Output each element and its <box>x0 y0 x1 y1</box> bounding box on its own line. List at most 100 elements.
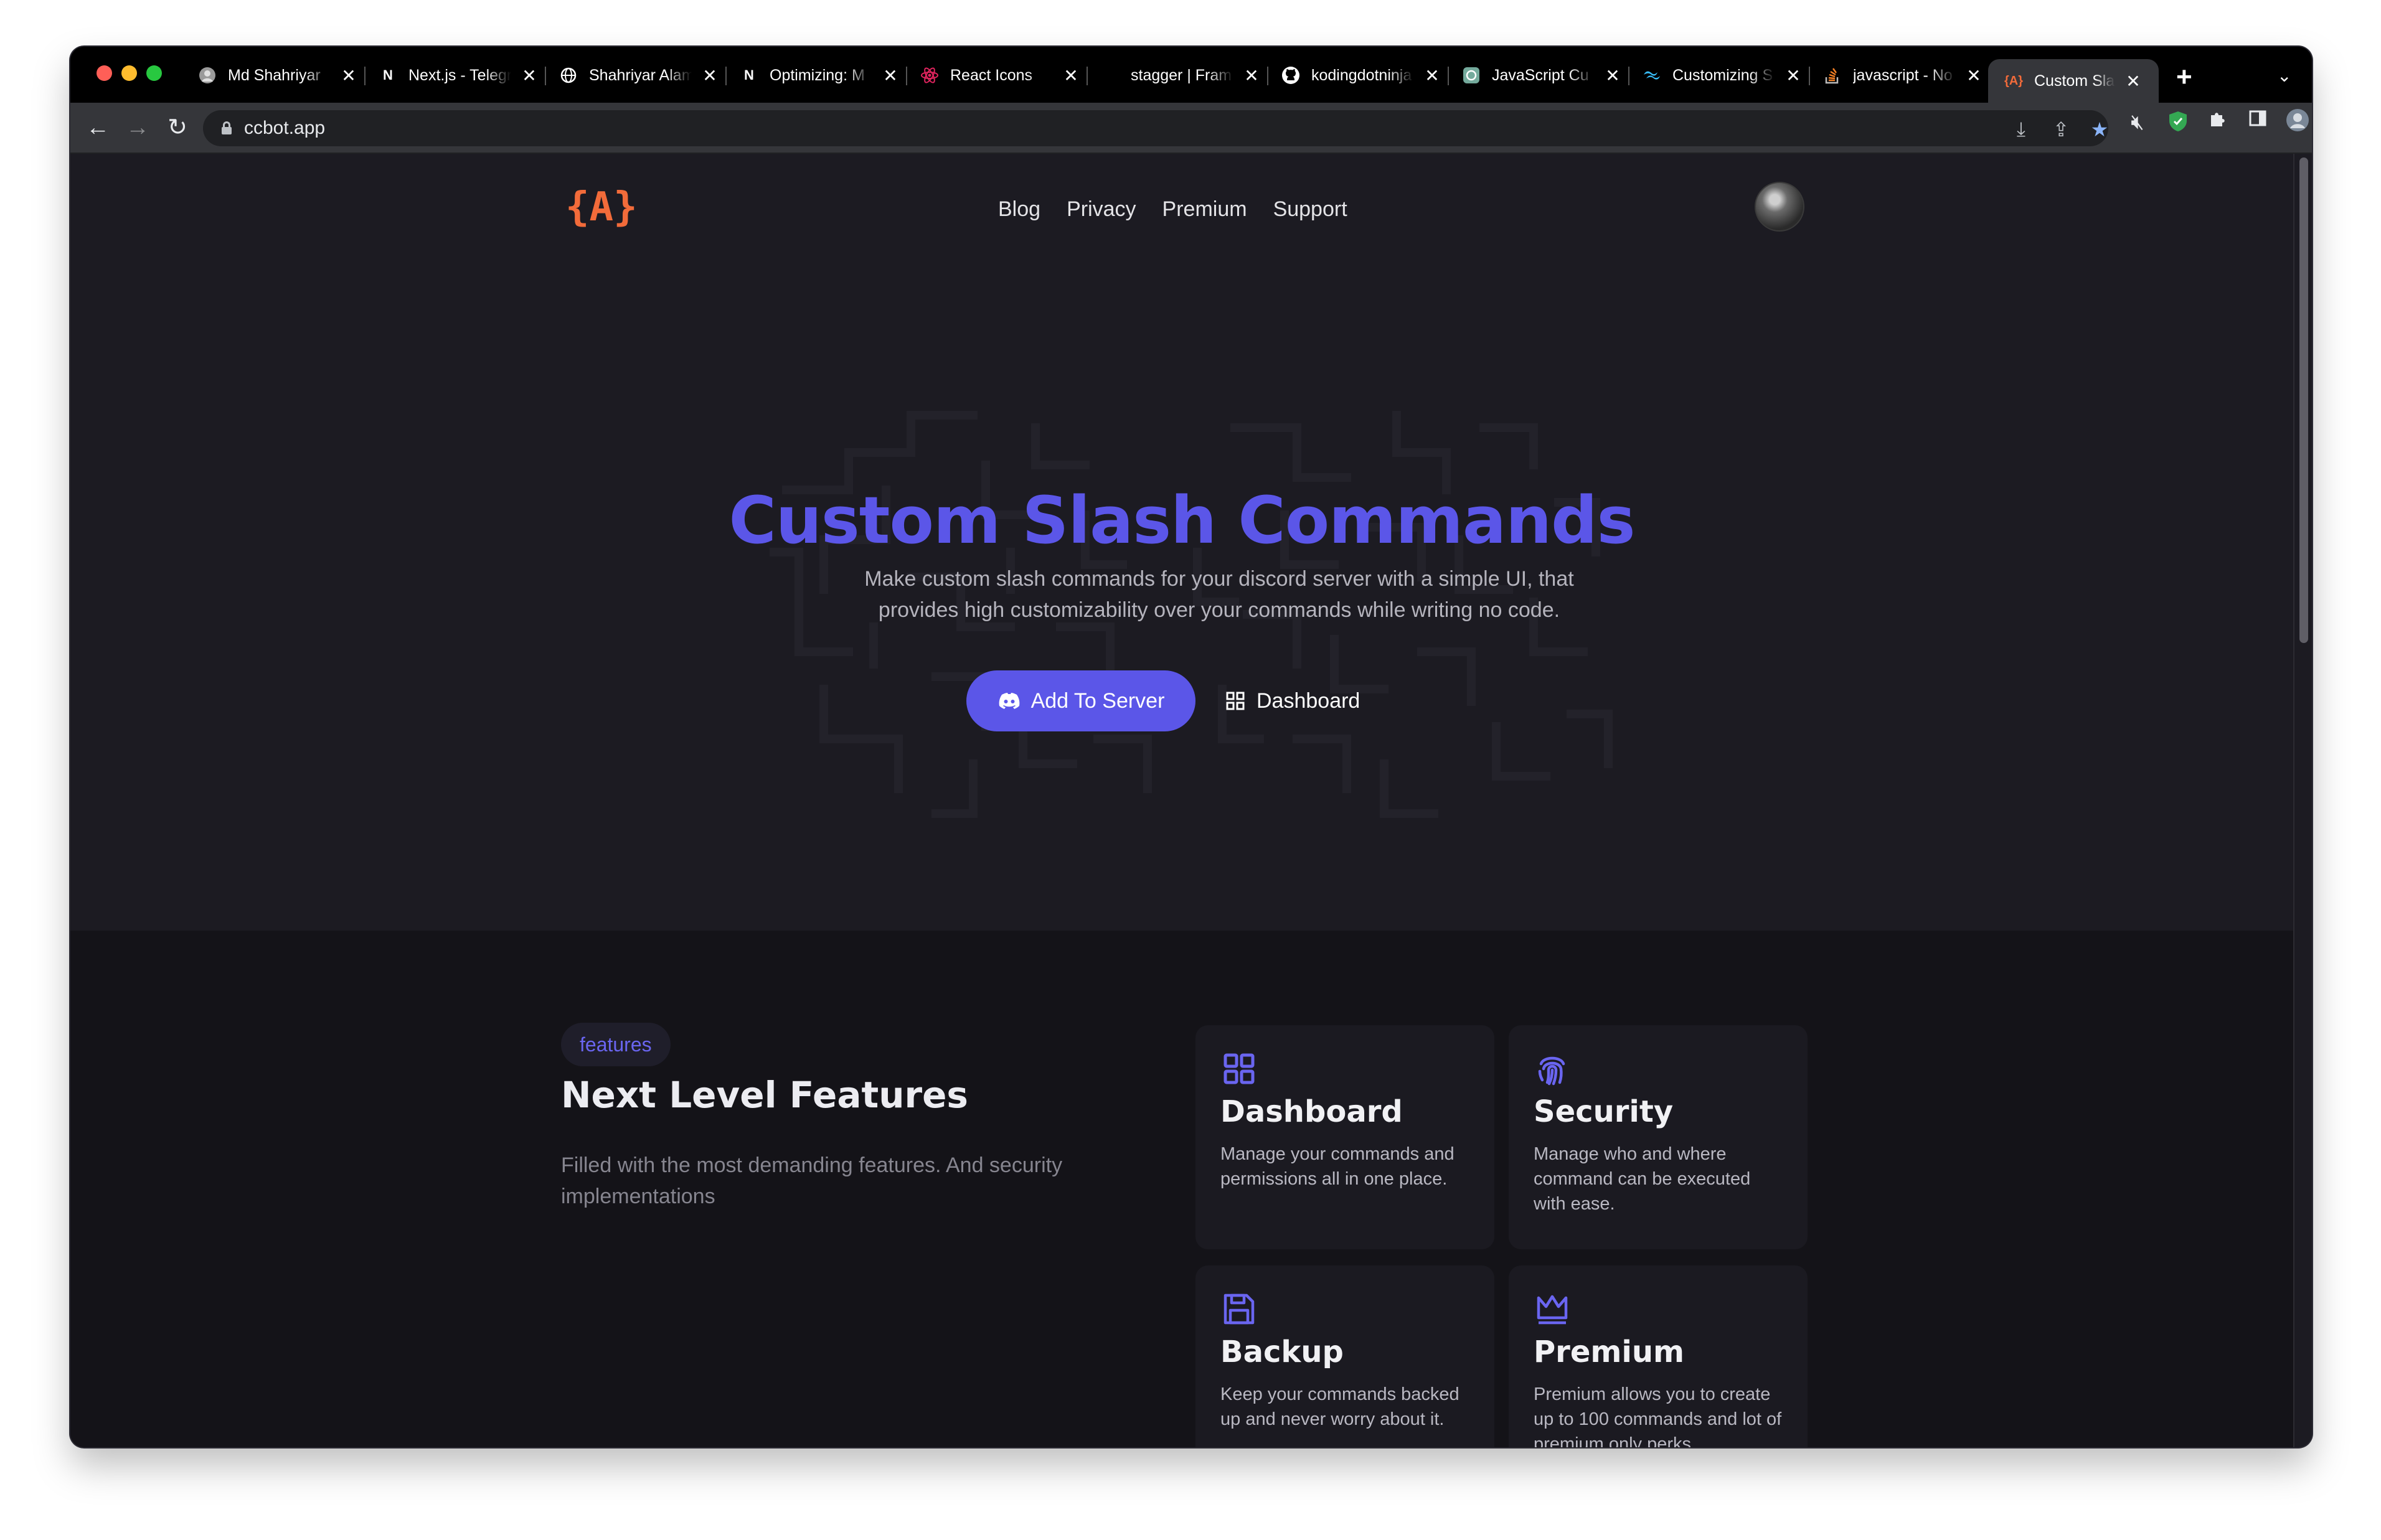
feature-card-dashboard: Dashboard Manage your commands and permi… <box>1195 1025 1494 1249</box>
browser-tab[interactable]: N Optimizing: M ✕ <box>740 59 907 92</box>
tab-close-icon[interactable]: ✕ <box>700 65 719 86</box>
tab-close-icon[interactable]: ✕ <box>1242 65 1261 86</box>
tab-label: Next.js - Telegram <box>408 66 511 84</box>
hero-subtitle: Make custom slash commands for your disc… <box>864 567 1574 622</box>
tab-close-icon[interactable]: ✕ <box>881 65 900 86</box>
nav-link-support[interactable]: Support <box>1273 197 1347 222</box>
browser-tab[interactable]: javascript - No ✕ <box>1823 59 1983 92</box>
page-viewport: {A} Blog Privacy Premium Support Custom … <box>70 154 2293 1447</box>
tab-separator <box>906 67 907 85</box>
browser-toolbar: ← → ↻ ccbot.app ⤓ ⇪ ★ <box>70 103 2312 154</box>
tab-close-icon[interactable]: ✕ <box>520 65 539 86</box>
address-bar[interactable]: ccbot.app ⤓ ⇪ ★ <box>203 110 2108 146</box>
tab-close-icon[interactable]: ✕ <box>1062 65 1080 86</box>
browser-tab[interactable]: Customizing S ✕ <box>1643 59 1810 92</box>
share-icon[interactable]: ⇪ <box>2049 118 2073 141</box>
reload-icon[interactable]: ↻ <box>164 115 191 140</box>
feature-card-security: Security Manage who and where command ca… <box>1509 1025 1808 1249</box>
tab-close-icon[interactable]: ✕ <box>1423 65 1441 86</box>
features-title: Next Level Features <box>561 1074 968 1116</box>
openai-icon <box>1462 66 1481 85</box>
tab-close-icon[interactable]: ✕ <box>339 65 358 86</box>
tab-separator <box>1087 67 1088 85</box>
nav-link-premium[interactable]: Premium <box>1162 197 1247 222</box>
feature-card-desc: Premium allows you to create up to 100 c… <box>1534 1384 1782 1447</box>
back-arrow-icon[interactable]: ← <box>84 115 111 140</box>
close-window-button[interactable] <box>97 65 112 81</box>
avatar-icon <box>198 66 217 85</box>
add-to-server-button[interactable]: Add To Server <box>966 670 1195 731</box>
browser-tab[interactable]: N Next.js - Telegram ✕ <box>379 59 546 92</box>
tab-separator <box>1267 67 1268 85</box>
notion-icon: N <box>383 67 393 83</box>
browser-tab[interactable]: Shahriyar Alam ✕ <box>559 59 727 92</box>
features-section: features Next Level Features Filled with… <box>70 931 2293 1447</box>
browser-tab[interactable]: Md Shahriyar ✕ <box>198 59 365 92</box>
globe-icon <box>559 66 578 85</box>
feature-card-desc: Manage your commands and permissions all… <box>1220 1144 1455 1189</box>
tab-separator <box>1809 67 1810 85</box>
tab-search-chevron-icon[interactable]: ⌄ <box>2277 65 2291 86</box>
tab-label: kodingdotninja <box>1311 66 1412 84</box>
feature-card-premium: Premium Premium allows you to create up … <box>1509 1265 1808 1447</box>
tab-separator <box>364 67 365 85</box>
browser-tab[interactable]: JavaScript Cu ✕ <box>1462 59 1629 92</box>
new-tab-button[interactable]: + <box>2176 62 2192 93</box>
lock-icon <box>222 121 232 134</box>
site-logo[interactable]: {A} <box>565 184 638 231</box>
profile-avatar-icon[interactable] <box>2284 108 2311 138</box>
side-panel-icon[interactable] <box>2244 109 2271 133</box>
tab-separator <box>725 67 727 85</box>
tab-label: JavaScript Cu <box>1492 66 1589 84</box>
browser-tab[interactable]: stagger | Fram ✕ <box>1101 59 1268 92</box>
shield-extension-icon[interactable] <box>2164 110 2192 138</box>
github-icon <box>1281 66 1300 85</box>
site-nav: Blog Privacy Premium Support <box>998 197 1374 222</box>
dashboard-label: Dashboard <box>1257 688 1360 713</box>
nav-link-blog[interactable]: Blog <box>998 197 1040 222</box>
tab-separator <box>1628 67 1629 85</box>
tab-label: Shahriyar Alam <box>589 66 692 84</box>
tab-separator <box>1448 67 1449 85</box>
react-icon <box>920 66 939 85</box>
tab-close-icon[interactable]: ✕ <box>2124 71 2143 92</box>
crown-icon <box>1537 1295 1568 1325</box>
browser-tab[interactable]: React Icons ✕ <box>920 59 1088 92</box>
tab-label: Md Shahriyar <box>228 66 321 84</box>
forward-arrow-icon[interactable]: → <box>124 115 151 140</box>
feature-card-title: Premium <box>1534 1335 1685 1369</box>
browser-tab[interactable]: kodingdotninja ✕ <box>1281 59 1449 92</box>
dashboard-button[interactable]: Dashboard <box>1225 670 1360 731</box>
tab-label: React Icons <box>950 66 1033 84</box>
browser-window: Md Shahriyar ✕ N Next.js - Telegram ✕ Sh… <box>70 47 2312 1447</box>
bookmark-star-icon[interactable]: ★ <box>2087 118 2112 141</box>
grid-icon <box>1224 1053 1255 1084</box>
notion-icon: N <box>744 67 754 83</box>
tab-label: javascript - No <box>1853 66 1953 84</box>
tab-label: Optimizing: M <box>770 66 865 84</box>
install-app-icon[interactable]: ⤓ <box>2009 118 2034 141</box>
tab-close-icon[interactable]: ✕ <box>1784 65 1803 86</box>
add-to-server-label: Add To Server <box>1030 688 1165 713</box>
tab-label: stagger | Fram <box>1131 66 1232 84</box>
stackoverflow-icon <box>1823 66 1842 85</box>
tab-close-icon[interactable]: ✕ <box>1964 65 1983 86</box>
minimize-window-button[interactable] <box>121 65 137 81</box>
url-text[interactable]: ccbot.app <box>244 118 325 139</box>
framer-icon <box>1101 66 1120 85</box>
mute-icon[interactable]: 🔇︎ <box>2124 110 2151 134</box>
browser-tab-active[interactable]: {A} Custom Slash ✕ <box>1988 59 2159 103</box>
grid-icon <box>1226 692 1245 710</box>
nav-link-privacy[interactable]: Privacy <box>1067 197 1136 222</box>
tab-strip: Md Shahriyar ✕ N Next.js - Telegram ✕ Sh… <box>70 47 2312 103</box>
scrollbar-thumb[interactable] <box>2299 157 2308 643</box>
user-avatar[interactable] <box>1755 182 1804 232</box>
feature-card-backup: Backup Keep your commands backed up and … <box>1195 1265 1494 1447</box>
features-badge: features <box>561 1023 671 1066</box>
floppy-disk-icon <box>1224 1294 1255 1325</box>
tab-close-icon[interactable]: ✕ <box>1603 65 1622 86</box>
vertical-scrollbar[interactable] <box>2293 154 2312 1447</box>
maximize-window-button[interactable] <box>146 65 162 81</box>
hero-title: Custom Slash Commands <box>728 482 1636 558</box>
extensions-puzzle-icon[interactable] <box>2204 109 2232 136</box>
